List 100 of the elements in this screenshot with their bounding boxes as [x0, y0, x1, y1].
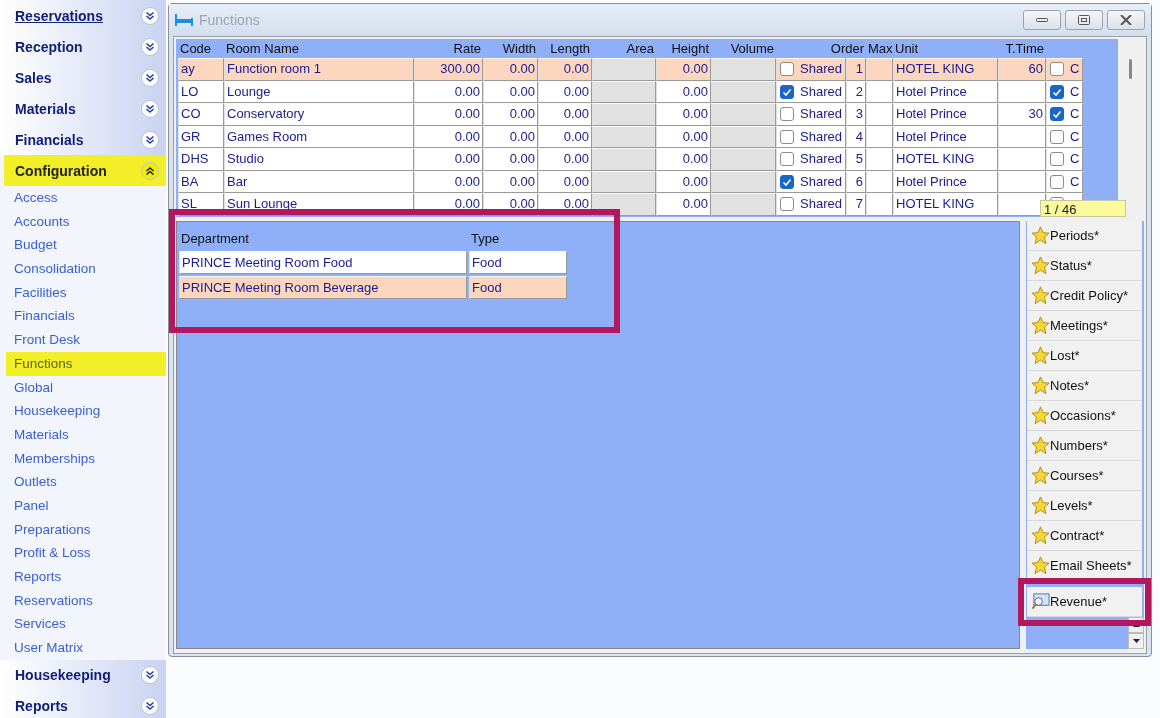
close-button[interactable]: [1107, 10, 1145, 30]
expand-icon[interactable]: [141, 68, 159, 87]
window-title: Functions: [199, 12, 260, 28]
sidebar-item[interactable]: Consolidation: [0, 257, 166, 281]
column-header: Order: [829, 40, 865, 58]
side-button[interactable]: Levels*: [1027, 491, 1142, 521]
table-cell: 0.00: [483, 80, 538, 103]
checkbox[interactable]: [1050, 84, 1064, 99]
table-cell: [592, 103, 656, 126]
sidebar-item[interactable]: Access: [0, 186, 166, 210]
side-button[interactable]: Credit Policy*: [1027, 281, 1142, 311]
table-cell: HOTEL KING: [893, 193, 998, 216]
table-cell: BA: [178, 170, 224, 193]
sidebar-group-header[interactable]: Reservations: [0, 0, 166, 31]
sidebar-item[interactable]: Front Desk: [0, 328, 166, 352]
table-cell: 3: [846, 103, 866, 126]
table-cell: 0.00: [656, 170, 711, 193]
checkbox-label: Shared: [800, 127, 842, 146]
collapse-icon[interactable]: [141, 161, 159, 180]
column-header: Room Name: [225, 40, 300, 58]
table-cell: [866, 58, 893, 81]
checkbox[interactable]: [780, 174, 794, 189]
sidebar-item[interactable]: Functions: [6, 351, 166, 376]
sidebar-group-header[interactable]: Sales: [0, 62, 166, 93]
side-button[interactable]: Numbers*: [1027, 431, 1142, 461]
maximize-button[interactable]: [1065, 10, 1103, 30]
sidebar-item[interactable]: Reservations: [0, 588, 166, 613]
checkbox[interactable]: [1050, 129, 1064, 144]
checkbox[interactable]: [780, 197, 794, 212]
table-cell: 0.00: [656, 148, 711, 171]
star-icon: [1031, 226, 1050, 245]
table-cell: 4: [846, 125, 866, 148]
expand-icon[interactable]: [141, 130, 159, 149]
checkbox[interactable]: [780, 62, 794, 77]
sidebar-item[interactable]: Reports: [0, 565, 166, 589]
table-cell: ay: [178, 58, 224, 81]
sidebar-group-header[interactable]: Housekeeping: [0, 659, 166, 691]
minimize-button[interactable]: [1023, 10, 1061, 30]
sidebar-item[interactable]: User Matrix: [0, 636, 166, 660]
side-button[interactable]: Courses*: [1027, 461, 1142, 491]
expand-icon[interactable]: [141, 37, 159, 56]
side-button[interactable]: Occasions*: [1027, 401, 1142, 431]
star-icon: [1031, 346, 1050, 365]
checkbox[interactable]: [780, 84, 794, 99]
checkbox[interactable]: [1050, 152, 1064, 167]
sidebar-item[interactable]: Accounts: [0, 209, 166, 234]
sidebar-item[interactable]: Budget: [0, 233, 166, 258]
sidebar-item[interactable]: Panel: [0, 493, 166, 518]
checkbox[interactable]: [780, 107, 794, 122]
side-button[interactable]: Notes*: [1027, 371, 1142, 401]
table-cell: [592, 148, 656, 171]
side-button[interactable]: Status*: [1027, 251, 1142, 281]
side-button[interactable]: Periods*: [1027, 221, 1142, 251]
bed-icon: [175, 14, 193, 26]
expand-icon[interactable]: [141, 6, 159, 25]
checkbox[interactable]: [1050, 62, 1064, 77]
scroll-down-button[interactable]: [1128, 633, 1144, 649]
checkbox-label: C: [1070, 150, 1080, 169]
table-cell: [592, 125, 656, 148]
sidebar-item[interactable]: Financials: [0, 304, 166, 329]
sidebar-item[interactable]: Services: [0, 612, 166, 637]
checkbox[interactable]: [1050, 174, 1064, 189]
side-button[interactable]: Contract*: [1027, 521, 1142, 551]
checkbox[interactable]: [780, 152, 794, 167]
scrollbar-thumb[interactable]: [1129, 59, 1133, 79]
sidebar-group-header[interactable]: Reports: [0, 690, 166, 718]
sidebar-group-header[interactable]: Materials: [0, 93, 166, 124]
sidebar-item[interactable]: Global: [0, 375, 166, 400]
sidebar-item[interactable]: Memberships: [0, 446, 166, 471]
checkbox[interactable]: [1050, 107, 1064, 122]
checkbox-label: C: [1070, 60, 1080, 79]
table-cell: [592, 58, 656, 81]
side-button[interactable]: Email Sheets*: [1027, 551, 1142, 581]
star-icon: [1031, 496, 1050, 515]
sidebar-item[interactable]: Housekeeping: [0, 399, 166, 423]
table-cell: 0.00: [538, 103, 592, 126]
sidebar-item[interactable]: Materials: [0, 422, 166, 447]
sidebar-item[interactable]: Preparations: [0, 517, 166, 542]
checkbox-label: Shared: [800, 60, 842, 79]
column-header: Length: [549, 40, 591, 58]
column-header: Type: [470, 230, 501, 248]
sidebar-item[interactable]: Profit & Loss: [0, 541, 166, 565]
table-cell: 0.00: [414, 125, 483, 148]
expand-icon[interactable]: [141, 697, 159, 716]
checkbox[interactable]: [780, 129, 794, 144]
sidebar-item[interactable]: Outlets: [0, 470, 166, 494]
expand-icon[interactable]: [141, 99, 159, 118]
sidebar-group-header[interactable]: Financials: [0, 124, 166, 155]
table-cell: [866, 193, 893, 216]
side-button[interactable]: Meetings*: [1027, 311, 1142, 341]
sidebar-group-header[interactable]: Reception: [0, 31, 166, 62]
table-cell: 0.00: [656, 193, 711, 216]
table-cell: 7: [846, 193, 866, 216]
table-cell: PRINCE Meeting Room Food: [179, 251, 467, 274]
side-button[interactable]: Lost*: [1027, 341, 1142, 371]
sidebar-group-header[interactable]: Configuration: [4, 155, 166, 186]
column-header: T.Time: [1004, 40, 1045, 58]
expand-icon[interactable]: [141, 666, 159, 685]
sidebar-item[interactable]: Facilities: [0, 280, 166, 305]
table-cell: 0.00: [414, 170, 483, 193]
